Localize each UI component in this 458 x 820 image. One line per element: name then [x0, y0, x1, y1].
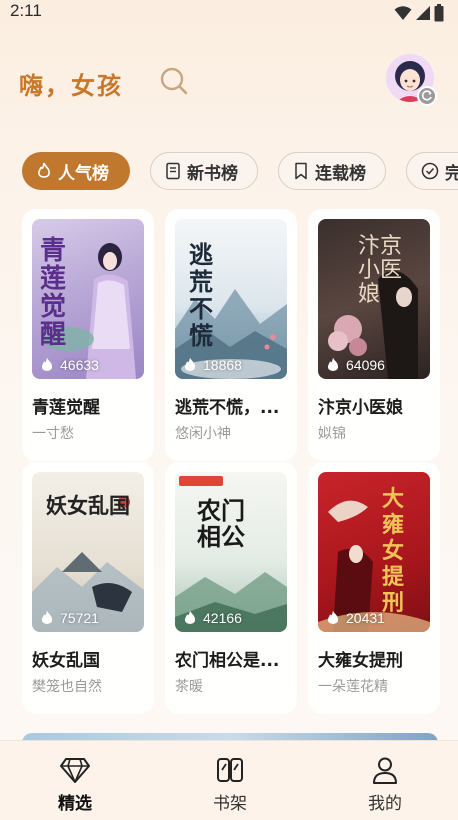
tab-popular-label: 人气榜 — [58, 163, 109, 184]
heat-count: 42166 — [183, 610, 242, 626]
person-icon — [373, 757, 397, 784]
flame-icon — [184, 357, 196, 371]
book-cover[interactable]: 青莲觉醒 46633 — [32, 219, 144, 379]
cover-title-text: 农门相公 — [197, 496, 245, 551]
search-icon — [160, 67, 188, 95]
book-author: 茶暖 — [175, 679, 203, 695]
book-card[interactable]: 青莲觉醒 46633 青莲觉醒 一寸愁 — [22, 209, 154, 461]
refresh-icon — [421, 90, 432, 101]
book-author: 一寸愁 — [32, 426, 74, 442]
ranking-tabs: 人气榜 新书榜 连载榜 完 — [22, 152, 458, 190]
book-card[interactable]: 农门相公 42166 农门相公是... 茶暖 — [165, 462, 297, 714]
book-cover[interactable]: 农门相公 42166 — [175, 472, 287, 632]
nav-bookshelf[interactable]: 书架 — [190, 755, 270, 814]
nav-featured-label: 精选 — [58, 794, 92, 814]
flame-icon — [41, 610, 53, 624]
status-bar: 2:11 — [0, 0, 458, 26]
book-card[interactable]: 汴京小医娘 64096 汴京小医娘 姒锦 — [308, 209, 440, 461]
heat-value: 46633 — [60, 357, 99, 373]
battery-icon — [434, 4, 444, 22]
book-icon — [166, 162, 180, 180]
book-title: 农门相公是... — [175, 651, 280, 671]
bottom-nav: 精选 书架 我的 — [0, 740, 458, 820]
flame-icon — [184, 610, 196, 624]
book-author: 悠闲小神 — [175, 426, 231, 442]
bookmark-icon — [295, 162, 307, 180]
tab-serializing-label: 连载榜 — [315, 163, 366, 184]
tab-popular[interactable]: 人气榜 — [22, 152, 130, 190]
heat-value: 64096 — [346, 357, 385, 373]
book-title: 妖女乱国 — [32, 651, 100, 671]
heat-count: 75721 — [40, 610, 99, 626]
greeting-title: 嗨，女孩 — [19, 71, 123, 100]
book-card[interactable]: 妖女乱国 75721 妖女乱国 樊笼也自然 — [22, 462, 154, 714]
bookshelf-icon — [217, 758, 243, 782]
cover-title-text: 大雍女提刑 — [382, 486, 405, 616]
flame-icon — [327, 610, 339, 624]
nav-mine[interactable]: 我的 — [345, 755, 425, 814]
book-cover[interactable]: 汴京小医娘 64096 — [318, 219, 430, 379]
status-icons — [394, 4, 444, 22]
flame-icon — [41, 357, 53, 371]
book-title: 大雍女提刑 — [318, 651, 403, 671]
tab-serializing[interactable]: 连载榜 — [278, 152, 386, 190]
flame-icon — [327, 357, 339, 371]
wifi-icon — [394, 6, 412, 20]
book-cover[interactable]: 妖女乱国 75721 — [32, 472, 144, 632]
cover-title-text: 妖女乱国 — [46, 493, 130, 518]
heat-value: 75721 — [60, 610, 99, 626]
tab-new-books-label: 新书榜 — [187, 163, 238, 184]
flame-icon — [38, 162, 50, 178]
heat-value: 20431 — [346, 610, 385, 626]
header: 嗨，女孩 — [0, 46, 458, 116]
nav-mine-label: 我的 — [368, 794, 402, 814]
heat-value: 18868 — [203, 357, 242, 373]
tab-new-books[interactable]: 新书榜 — [150, 152, 258, 190]
book-author: 樊笼也自然 — [32, 679, 102, 695]
book-title: 汴京小医娘 — [318, 398, 403, 418]
heat-count: 46633 — [40, 357, 99, 373]
nav-bookshelf-label: 书架 — [213, 794, 247, 814]
nav-featured[interactable]: 精选 — [35, 755, 115, 814]
avatar-switch-badge[interactable] — [417, 86, 437, 106]
check-circle-icon — [421, 162, 439, 180]
book-title: 逃荒不慌，... — [175, 398, 280, 418]
cover-title-text: 逃荒不慌 — [189, 240, 213, 350]
signal-icon — [416, 6, 430, 20]
book-card[interactable]: 大雍女提刑 20431 大雍女提刑 一朵莲花精 — [308, 462, 440, 714]
cover-title-text: 青莲觉醒 — [40, 236, 67, 350]
book-author: 姒锦 — [318, 426, 346, 442]
tab-completed-label: 完 — [445, 163, 458, 184]
heat-count: 18868 — [183, 357, 242, 373]
cover-title-text: 汴京小医娘 — [358, 234, 403, 307]
status-time: 2:11 — [10, 1, 42, 20]
heat-count: 20431 — [326, 610, 385, 626]
diamond-icon — [60, 758, 90, 783]
search-button[interactable] — [158, 65, 190, 97]
book-cover[interactable]: 大雍女提刑 20431 — [318, 472, 430, 632]
book-title: 青莲觉醒 — [32, 398, 100, 418]
book-author: 一朵莲花精 — [318, 679, 388, 695]
book-card[interactable]: 逃荒不慌 18868 逃荒不慌，... 悠闲小神 — [165, 209, 297, 461]
heat-value: 42166 — [203, 610, 242, 626]
book-cover[interactable]: 逃荒不慌 18868 — [175, 219, 287, 379]
heat-count: 64096 — [326, 357, 385, 373]
tab-completed[interactable]: 完 — [406, 152, 458, 190]
